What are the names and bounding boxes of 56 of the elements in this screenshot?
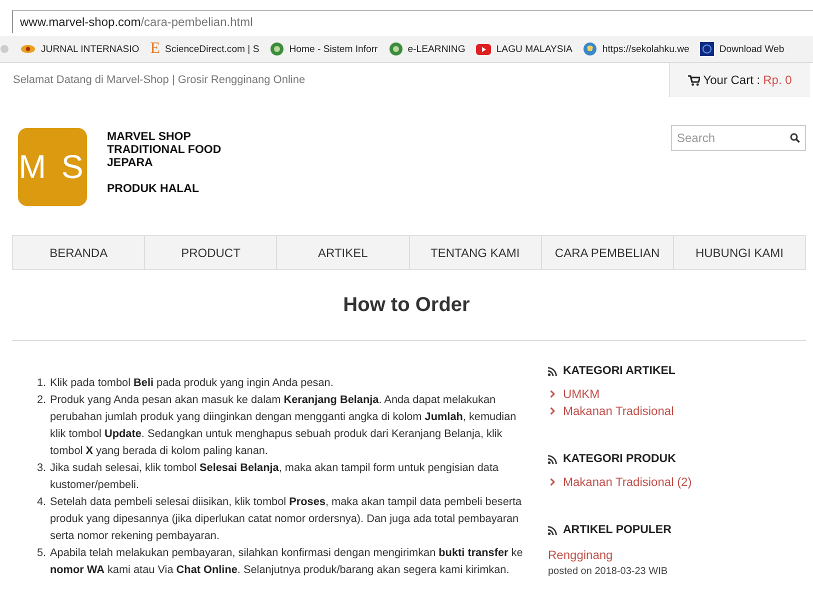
step-number: 5.	[37, 546, 48, 561]
cart-button[interactable]: Your Cart : Rp. 0	[669, 63, 810, 97]
bookmark[interactable]: JURNAL INTERNASIO	[20, 43, 140, 55]
rss-icon	[548, 526, 557, 534]
tagline: PRODUK HALAL	[107, 183, 200, 196]
section-heading: KATEGORI PRODUK	[563, 453, 676, 465]
nav-item[interactable]: PRODUCT	[145, 236, 278, 269]
step-text: Klik pada tombol Beli pada produk yang ingin Anda pesan.	[50, 376, 334, 391]
seal-icon	[388, 42, 403, 56]
step-text: Produk yang Anda pesan akan masuk ke dalam Keranjang Belanja. Anda dapat melakukan perubahan jumlah produk yang diinginkan dengan mengganti angka di kolom Jumlah, kemudian klik tombol Update. Sedangkan untuk menghapus sebuah produk dari Keranjang Belanja, klik tombol X yang berada di kolom paling kanan.	[50, 393, 518, 459]
square-icon	[700, 42, 714, 56]
brand-name: MARVEL SHOP	[107, 131, 192, 144]
chevron-icon	[550, 390, 555, 398]
welcome-text: Selamat Datang di Marvel-Shop | Grosir Rengginang Online	[12, 74, 306, 86]
address-bar[interactable]: www.marvel-shop.com/cara-pembelian.html	[12, 10, 813, 33]
step-number: 4.	[37, 495, 48, 510]
article-link[interactable]: Rengginang	[548, 548, 613, 562]
post-date: posted on 2018-03-23 WIB	[548, 566, 669, 577]
cart-icon	[688, 74, 700, 86]
search-field[interactable]: Search	[671, 125, 806, 151]
step-text: Jika sudah selesai, klik tombol Selesai Belanja, maka akan tampil form untuk pengisian data kustomer/pembeli.	[50, 461, 500, 493]
url-domain: www.marvel-shop.com	[20, 15, 141, 29]
nav-item[interactable]: ARTIKEL	[277, 236, 410, 269]
brand-name: JEPARA	[107, 157, 154, 170]
video-icon	[476, 44, 492, 54]
brand-name: TRADITIONAL FOOD	[107, 144, 222, 157]
step-number: 1.	[37, 376, 48, 391]
bookmark[interactable]: Home - Sistem Inforr	[270, 42, 378, 56]
category-link[interactable]: UMKM	[563, 386, 600, 400]
chevron-icon	[550, 406, 555, 414]
bookmark[interactable]: https://sekolahku.we	[583, 42, 690, 56]
seal-icon	[270, 42, 284, 56]
step-text: Apabila telah melakukan pembayaran, silahkan konfirmasi dengan mengirimkan bukti transfer ke nomor WA kami atau Via Chat Online. Selanjutnya produk/barang akan segera kami kirimkan.	[50, 546, 524, 578]
nav-item[interactable]: TENTANG KAMI	[410, 236, 542, 269]
chevron-icon	[550, 478, 555, 486]
bookmark[interactable]: Download Web	[700, 42, 784, 56]
category-link[interactable]: Makanan Tradisional (2)	[563, 474, 692, 488]
section-heading: ARTIKEL POPULER	[563, 524, 672, 536]
rss-icon	[548, 366, 557, 376]
nav-item[interactable]: BERANDA	[13, 236, 146, 269]
letter-icon: E	[150, 42, 160, 56]
url-path: /cara-pembelian.html	[140, 15, 253, 29]
bookmark[interactable]: E ScienceDirect.com | S	[150, 42, 260, 56]
rss-icon	[548, 454, 557, 464]
nav-item[interactable]: CARA PEMBELIAN	[542, 236, 674, 269]
step-number: 3.	[37, 461, 48, 476]
section-heading: KATEGORI ARTIKEL	[563, 365, 676, 377]
step-number: 2.	[37, 393, 48, 408]
page-title: How to Order	[342, 293, 471, 318]
bookmark[interactable]: LAGU MALAYSIA	[476, 44, 572, 54]
category-link[interactable]: Makanan Tradisional	[563, 404, 674, 418]
globe-icon	[583, 42, 598, 56]
step-text: Setelah data pembeli selesai diisikan, klik tombol Proses, maka akan tampil data pembeli beserta produk yang dipesannya (jika diperlukan catat nomor ordersnya). Dan juga ada total pembayaran serta nomor rekening pembayaran.	[50, 495, 523, 544]
nav-item[interactable]: HUBUNGI KAMI	[674, 236, 806, 269]
search-icon	[790, 133, 800, 143]
bookmark[interactable]: e-LEARNING	[388, 42, 466, 56]
